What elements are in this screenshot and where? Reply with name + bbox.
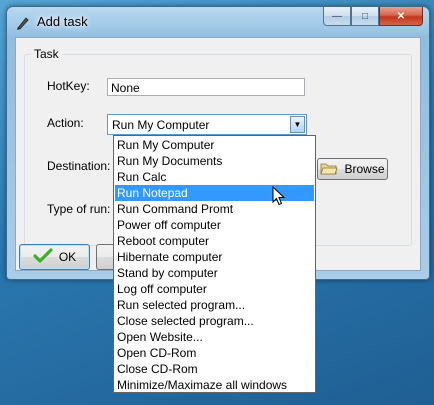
dropdown-option[interactable]: Power off computer	[115, 217, 314, 233]
minimize-icon: —	[332, 10, 342, 22]
title-bar[interactable]: Add task — □ ✕	[7, 7, 429, 37]
browse-label: Browse	[344, 162, 385, 176]
dropdown-option[interactable]: Run My Computer	[115, 137, 314, 153]
dropdown-option[interactable]: Close selected program...	[115, 313, 314, 329]
dropdown-option[interactable]: Close CD-Rom	[115, 361, 314, 377]
dropdown-option[interactable]: Run selected program...	[115, 297, 314, 313]
close-icon: ✕	[396, 10, 406, 22]
close-button[interactable]: ✕	[379, 7, 423, 26]
minimize-button[interactable]: —	[323, 7, 351, 26]
dropdown-option[interactable]: Stand by computer	[115, 265, 314, 281]
dropdown-option[interactable]: Minimize/Maximaze all windows	[115, 377, 314, 393]
maximize-button[interactable]: □	[351, 7, 379, 26]
pen-icon	[15, 15, 31, 31]
destination-label: Destination:	[47, 159, 111, 173]
window-title: Add task	[37, 14, 88, 29]
checkmark-icon	[33, 247, 53, 267]
dropdown-option[interactable]: Reboot computer	[115, 233, 314, 249]
action-dropdown-list: Run My Computer Run My Documents Run Calc R…	[113, 135, 316, 393]
dropdown-option[interactable]: Hibernate computer	[115, 249, 314, 265]
task-group-label: Task	[31, 47, 62, 61]
caption-buttons: — □ ✕	[323, 7, 423, 27]
action-label: Action:	[47, 116, 84, 130]
ok-label: OK	[58, 250, 77, 264]
browse-button[interactable]: Browse	[317, 158, 388, 180]
hotkey-value: None	[111, 81, 140, 95]
hotkey-label: HotKey:	[47, 79, 90, 93]
dropdown-option[interactable]: Run Calc	[115, 169, 314, 185]
type-of-run-label: Type of run:	[47, 202, 111, 216]
folder-icon	[320, 161, 339, 178]
action-combobox[interactable]: Run My Computer ▼	[107, 114, 307, 135]
ok-button[interactable]: OK	[19, 244, 90, 270]
chevron-down-icon[interactable]: ▼	[290, 116, 305, 133]
action-selected-value: Run My Computer	[112, 118, 210, 132]
dropdown-option[interactable]: Open CD-Rom	[115, 345, 314, 361]
dropdown-option[interactable]: Open Website...	[115, 329, 314, 345]
dropdown-option[interactable]: Run My Documents	[115, 153, 314, 169]
hotkey-field[interactable]: None	[107, 78, 305, 96]
maximize-icon: □	[361, 10, 369, 22]
mouse-cursor-icon	[272, 185, 286, 206]
dropdown-option[interactable]: Log off computer	[115, 281, 314, 297]
